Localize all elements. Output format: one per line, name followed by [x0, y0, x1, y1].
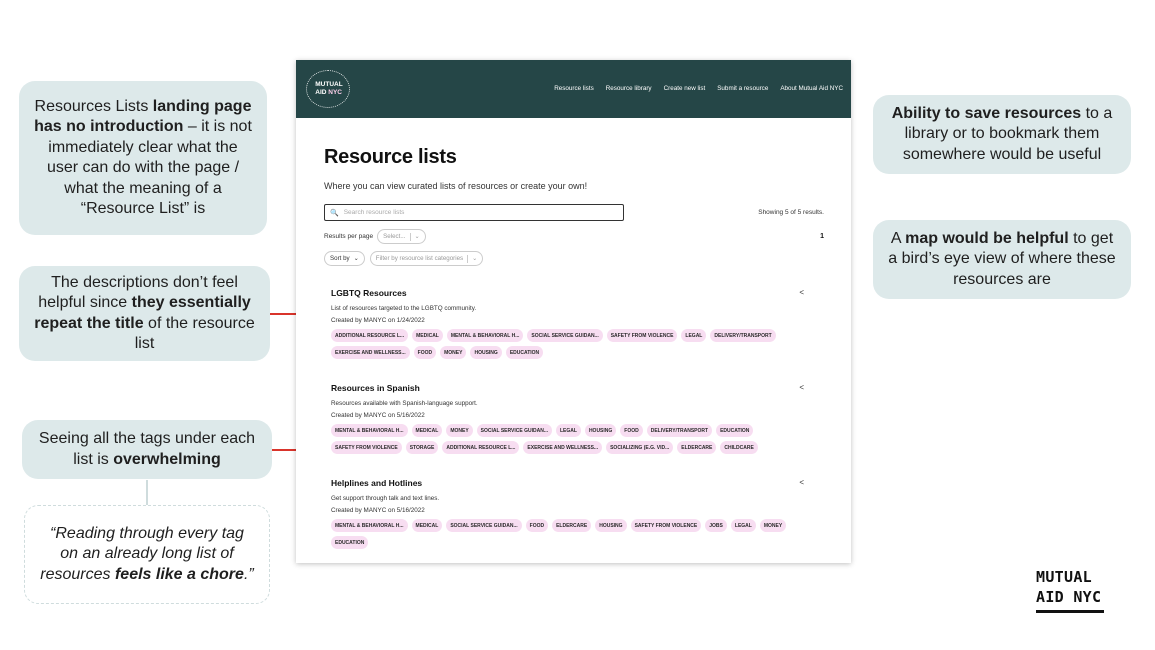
- category-tag[interactable]: HOUSING: [584, 424, 617, 437]
- resource-list-description: Resources available with Spanish-languag…: [331, 400, 478, 407]
- category-tag[interactable]: MONEY: [446, 424, 473, 437]
- category-tag[interactable]: MENTAL & BEHAVIORAL H...: [446, 329, 524, 342]
- mutual-aid-nyc-logo: MUTUAL AID NYC: [1036, 567, 1104, 613]
- tag-list: ADDITIONAL RESOURCE L... MEDICAL MENTAL & …: [331, 329, 811, 359]
- share-icon[interactable]: <: [799, 288, 804, 297]
- resource-list-description: List of resources targeted to the LGBTQ …: [331, 305, 477, 312]
- select-divider: [409, 232, 411, 241]
- category-tag[interactable]: MONEY: [759, 519, 787, 532]
- filter-placeholder: Filter by resource list categories: [375, 255, 464, 262]
- chevron-down-icon: ⌄: [353, 255, 359, 262]
- tag-list: MENTAL & BEHAVIORAL H... MEDICAL SOCIAL SE…: [331, 519, 811, 549]
- site-header: MUTUAL AID NYC Resource lists Resource l…: [296, 60, 851, 118]
- callout-tags-overwhelming: Seeing all the tags under each list is o…: [22, 420, 272, 479]
- category-tag[interactable]: LEGAL: [730, 519, 756, 532]
- callout-connector: [146, 480, 148, 505]
- site-logo[interactable]: MUTUAL AID NYC: [306, 70, 350, 108]
- category-tag[interactable]: EXERCISE AND WELLNESS...: [523, 441, 603, 454]
- category-tag[interactable]: SOCIAL SERVICE GUIDAN...: [446, 519, 522, 532]
- resource-list-meta: Created by MANYC on 5/16/2022: [331, 412, 425, 419]
- category-tag[interactable]: SAFETY FROM VIOLENCE: [630, 519, 702, 532]
- chevron-down-icon: ⌄: [414, 233, 420, 240]
- search-box[interactable]: 🔍: [324, 204, 624, 221]
- category-filter-select[interactable]: Filter by resource list categories ⌄: [369, 251, 484, 266]
- share-icon[interactable]: <: [799, 383, 804, 392]
- logo-line1: MUTUAL: [315, 81, 343, 88]
- category-tag[interactable]: ADDITIONAL RESOURCE L...: [331, 329, 409, 342]
- category-tag[interactable]: MENTAL & BEHAVIORAL H...: [331, 424, 408, 437]
- callout-descriptions-repeat-title: The descriptions don’t feel helpful sinc…: [19, 266, 270, 361]
- category-tag[interactable]: CHILDCARE: [720, 441, 758, 454]
- category-tag[interactable]: LEGAL: [681, 329, 707, 342]
- callout-no-introduction: Resources Lists landing page has no intr…: [19, 81, 267, 235]
- callout-save-resources: Ability to save resources to a library o…: [873, 95, 1131, 174]
- category-tag[interactable]: SOCIALIZING (E.G. VID...: [606, 441, 674, 454]
- resource-list-title[interactable]: Helplines and Hotlines: [331, 478, 814, 488]
- share-icon[interactable]: <: [799, 478, 804, 487]
- category-tag[interactable]: FOOD: [413, 346, 437, 359]
- page-number[interactable]: 1: [820, 233, 824, 240]
- select-divider: [467, 254, 469, 263]
- category-tag[interactable]: STORAGE: [405, 441, 439, 454]
- category-tag[interactable]: MEDICAL: [411, 424, 443, 437]
- category-tag[interactable]: ADDITIONAL RESOURCE L...: [442, 441, 520, 454]
- sort-by-button[interactable]: Sort by ⌄: [324, 251, 365, 266]
- results-per-page-select[interactable]: Select... ⌄: [377, 229, 426, 244]
- category-tag[interactable]: LEGAL: [555, 424, 581, 437]
- nav-create-new-list[interactable]: Create new list: [664, 85, 706, 92]
- category-tag[interactable]: EXERCISE AND WELLNESS...: [331, 346, 410, 359]
- category-tag[interactable]: HOUSING: [470, 346, 502, 359]
- chevron-down-icon: ⌄: [472, 255, 478, 262]
- resource-list-title[interactable]: Resources in Spanish: [331, 383, 814, 393]
- website-screenshot: MUTUAL AID NYC Resource lists Resource l…: [296, 60, 851, 563]
- category-tag[interactable]: SOCIAL SERVICE GUIDAN...: [527, 329, 603, 342]
- category-tag[interactable]: FOOD: [525, 519, 549, 532]
- category-tag[interactable]: ELDERCARE: [677, 441, 717, 454]
- resource-list-card[interactable]: Helplines and Hotlines < Get support throu…: [331, 478, 814, 549]
- resource-list-meta: Created by MANYC on 5/16/2022: [331, 507, 425, 514]
- category-tag[interactable]: SOCIAL SERVICE GUIDAN...: [476, 424, 552, 437]
- page-title: Resource lists: [324, 146, 457, 168]
- category-tag[interactable]: EDUCATION: [505, 346, 544, 359]
- select-placeholder: Select...: [383, 233, 406, 240]
- results-per-page-label: Results per page: [324, 233, 374, 240]
- resource-list-title[interactable]: LGBTQ Resources: [331, 288, 814, 298]
- resource-list-description: Get support through talk and text lines.: [331, 495, 440, 502]
- category-tag[interactable]: FOOD: [620, 424, 643, 437]
- resource-list-meta: Created by MANYC on 1/24/2022: [331, 317, 425, 324]
- category-tag[interactable]: MONEY: [440, 346, 467, 359]
- resource-list-card[interactable]: Resources in Spanish < Resources available…: [331, 383, 814, 454]
- brand-line2: AID NYC: [1036, 588, 1102, 606]
- nav-resource-library[interactable]: Resource library: [606, 85, 652, 92]
- search-icon: 🔍: [330, 209, 339, 217]
- user-quote: “Reading through every tag on an already…: [24, 505, 270, 604]
- brand-line1: MUTUAL: [1036, 568, 1092, 586]
- callout-map-helpful: A map would be helpful to get a bird’s e…: [873, 220, 1131, 299]
- search-input[interactable]: [343, 209, 604, 216]
- category-tag[interactable]: MEDICAL: [412, 329, 443, 342]
- category-tag[interactable]: MENTAL & BEHAVIORAL H...: [331, 519, 408, 532]
- category-tag[interactable]: EDUCATION: [331, 536, 369, 549]
- results-count: Showing 5 of 5 results.: [758, 209, 824, 216]
- nav-resource-lists[interactable]: Resource lists: [554, 85, 594, 92]
- category-tag[interactable]: ELDERCARE: [552, 519, 592, 532]
- category-tag[interactable]: DELIVERY/TRANSPORT: [710, 329, 776, 342]
- page-subtitle: Where you can view curated lists of reso…: [324, 181, 588, 191]
- category-tag[interactable]: DELIVERY/TRANSPORT: [646, 424, 713, 437]
- category-tag[interactable]: MEDICAL: [411, 519, 443, 532]
- category-tag[interactable]: EDUCATION: [716, 424, 754, 437]
- logo-line2a: AID: [315, 89, 327, 96]
- category-tag[interactable]: HOUSING: [595, 519, 627, 532]
- resource-list-card[interactable]: LGBTQ Resources < List of resources target…: [331, 288, 814, 359]
- nav-submit-resource[interactable]: Submit a resource: [717, 85, 768, 92]
- logo-line2b: NYC: [328, 89, 343, 96]
- resource-lists: LGBTQ Resources < List of resources target…: [324, 288, 824, 549]
- site-nav: Resource lists Resource library Create n…: [554, 85, 843, 92]
- category-tag[interactable]: SAFETY FROM VIOLENCE: [331, 441, 402, 454]
- category-tag[interactable]: SAFETY FROM VIOLENCE: [606, 329, 678, 342]
- nav-about[interactable]: About Mutual Aid NYC: [780, 85, 843, 92]
- category-tag[interactable]: JOBS: [705, 519, 727, 532]
- tag-list: MENTAL & BEHAVIORAL H... MEDICAL MONEY SOCI…: [331, 424, 811, 454]
- sort-label: Sort by: [330, 255, 350, 262]
